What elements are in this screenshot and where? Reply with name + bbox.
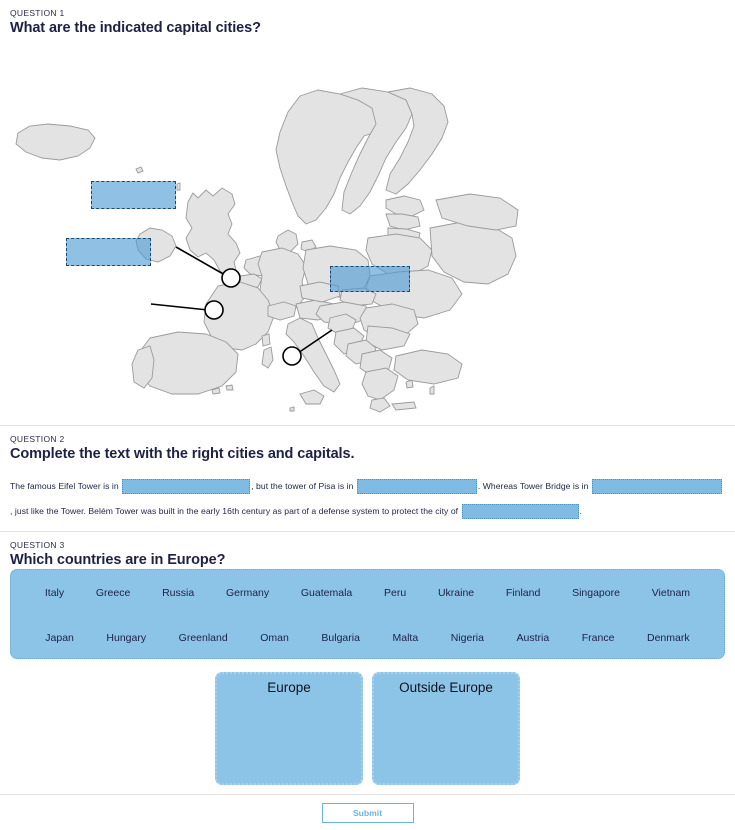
cloze-text-segment-2: , but the tower of Pisa is in <box>251 481 356 491</box>
footer-bar: Submit <box>0 794 735 830</box>
token-malta[interactable]: Malta <box>392 632 418 644</box>
dropzone-uk[interactable] <box>91 181 176 209</box>
category-drop-row: Europe Outside Europe <box>0 672 735 785</box>
token-germany[interactable]: Germany <box>226 587 269 599</box>
token-vietnam[interactable]: Vietnam <box>652 587 690 599</box>
blank-tower-bridge[interactable] <box>591 479 722 495</box>
cloze-text-segment-3: . Whereas Tower Bridge is in <box>477 481 591 491</box>
token-denmark[interactable]: Denmark <box>647 632 690 644</box>
europe-map-svg <box>15 87 519 413</box>
submit-button[interactable]: Submit <box>321 802 414 823</box>
question-1-label: QUESTION 1 <box>10 8 65 18</box>
quiz-page: QUESTION 1 What are the indicated capita… <box>0 0 735 830</box>
token-greece[interactable]: Greece <box>96 587 130 599</box>
anchor-circle-2 <box>204 300 224 320</box>
category-europe-label: Europe <box>267 680 311 695</box>
token-finland[interactable]: Finland <box>506 587 540 599</box>
token-italy[interactable]: Italy <box>45 587 64 599</box>
token-france[interactable]: France <box>582 632 615 644</box>
category-outside-europe[interactable]: Outside Europe <box>372 672 520 785</box>
blank-eifel-tower[interactable] <box>122 479 251 495</box>
question-2-title: Complete the text with the right cities … <box>10 446 355 462</box>
anchor-circle-3 <box>282 346 302 366</box>
cloze-text-segment-1: The famous Eifel Tower is in <box>10 481 122 491</box>
europe-map <box>0 38 735 423</box>
connector-line-2 <box>150 303 209 311</box>
cloze-text-segment-5: just like the Tower. Belém Tower was bui… <box>14 506 461 516</box>
token-russia[interactable]: Russia <box>162 587 194 599</box>
token-singapore[interactable]: Singapore <box>572 587 620 599</box>
category-europe[interactable]: Europe <box>215 672 363 785</box>
token-austria[interactable]: Austria <box>517 632 550 644</box>
token-hungary[interactable]: Hungary <box>106 632 146 644</box>
token-nigeria[interactable]: Nigeria <box>451 632 484 644</box>
word-bank: Italy Greece Russia Germany Guatemala Pe… <box>10 569 725 659</box>
blank-belem-tower[interactable] <box>461 504 579 520</box>
token-japan[interactable]: Japan <box>45 632 74 644</box>
question-2-label: QUESTION 2 <box>10 434 65 444</box>
token-guatemala[interactable]: Guatemala <box>301 587 352 599</box>
cloze-text: The famous Eifel Tower is in , but the t… <box>0 462 735 524</box>
token-oman[interactable]: Oman <box>260 632 289 644</box>
word-bank-row-1: Italy Greece Russia Germany Guatemala Pe… <box>11 570 724 615</box>
question-2-header: QUESTION 2 Complete the text with the ri… <box>0 426 735 462</box>
cloze-text-segment-6: . <box>579 506 582 516</box>
question-3-title: Which countries are in Europe? <box>10 552 226 568</box>
anchor-circle-1 <box>221 268 241 288</box>
question-1-title: What are the indicated capital cities? <box>10 20 261 36</box>
dropzone-italy[interactable] <box>330 266 410 292</box>
token-peru[interactable]: Peru <box>384 587 406 599</box>
category-outside-europe-label: Outside Europe <box>399 680 493 695</box>
question-3-section: QUESTION 3 Which countries are in Europe… <box>0 532 735 822</box>
question-1-section: QUESTION 1 What are the indicated capita… <box>0 0 735 425</box>
blank-tower-of-pisa[interactable] <box>356 479 477 495</box>
cloze-text-segment-4: , <box>10 506 13 516</box>
question-3-label: QUESTION 3 <box>10 540 65 550</box>
token-greenland[interactable]: Greenland <box>179 632 228 644</box>
question-2-section: QUESTION 2 Complete the text with the ri… <box>0 426 735 531</box>
token-bulgaria[interactable]: Bulgaria <box>321 632 360 644</box>
dropzone-france[interactable] <box>66 238 151 266</box>
question-3-header: QUESTION 3 Which countries are in Europe… <box>0 532 735 568</box>
word-bank-row-2: Japan Hungary Greenland Oman Bulgaria Ma… <box>11 615 724 660</box>
token-ukraine[interactable]: Ukraine <box>438 587 474 599</box>
question-1-header: QUESTION 1 What are the indicated capita… <box>0 0 735 36</box>
